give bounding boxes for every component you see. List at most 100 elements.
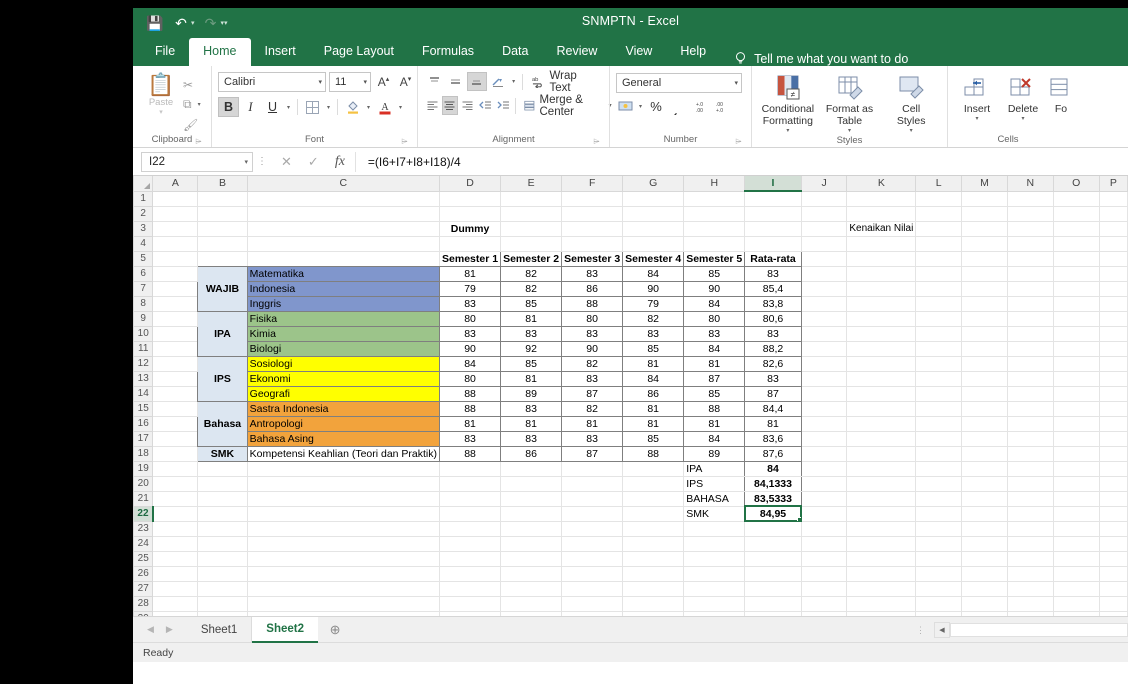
cell-G28[interactable] xyxy=(622,595,685,612)
cell-J25[interactable] xyxy=(800,550,848,567)
cell-D21[interactable] xyxy=(439,490,502,507)
cell-L21[interactable] xyxy=(915,490,963,507)
cell-M22[interactable] xyxy=(961,505,1008,522)
row-header-20[interactable]: 20 xyxy=(133,475,154,492)
cell-I26[interactable] xyxy=(744,565,802,582)
align-right-button[interactable] xyxy=(459,96,476,115)
score-6-sem3[interactable]: 83 xyxy=(561,265,624,282)
cell-O10[interactable] xyxy=(1052,325,1100,342)
row-header-25[interactable]: 25 xyxy=(133,550,154,567)
cell-L9[interactable] xyxy=(915,310,963,327)
cell-H2[interactable] xyxy=(683,205,746,222)
cell-E24[interactable] xyxy=(500,535,563,552)
copy-dropdown-icon[interactable]: ▾ xyxy=(195,101,204,108)
accounting-format-button[interactable] xyxy=(616,97,634,116)
summary-value-ipa[interactable]: 84 xyxy=(744,460,802,477)
score-17-sem3[interactable]: 83 xyxy=(561,430,624,447)
cell-A23[interactable] xyxy=(152,520,199,537)
cell-K7[interactable] xyxy=(846,280,917,297)
cell-D1[interactable] xyxy=(439,190,502,207)
cell-P21[interactable] xyxy=(1098,490,1128,507)
cell-K22[interactable] xyxy=(846,505,917,522)
score-6-sem1[interactable]: 81 xyxy=(439,265,502,282)
cell-P22[interactable] xyxy=(1098,505,1128,522)
score-6-sem2[interactable]: 82 xyxy=(500,265,563,282)
tab-review[interactable]: Review xyxy=(542,38,611,66)
tab-insert[interactable]: Insert xyxy=(251,38,310,66)
cell-A21[interactable] xyxy=(152,490,199,507)
subject-sastra-indonesia[interactable]: Sastra Indonesia xyxy=(246,400,441,417)
cell-M6[interactable] xyxy=(961,265,1008,282)
format-painter-button[interactable]: 🖌 xyxy=(183,116,204,133)
paste-dropdown-icon[interactable]: ▾ xyxy=(139,108,183,116)
cell-N6[interactable] xyxy=(1006,265,1054,282)
cell-D28[interactable] xyxy=(439,595,502,612)
summary-value-bahasa[interactable]: 83,5333 xyxy=(744,490,802,507)
name-box[interactable]: I22 ▾ xyxy=(141,151,253,172)
score-9-sem1[interactable]: 80 xyxy=(439,310,502,327)
cell-B22[interactable] xyxy=(197,505,248,522)
cell-N24[interactable] xyxy=(1006,535,1054,552)
score-18-sem3[interactable]: 87 xyxy=(561,445,624,462)
cell-B2[interactable] xyxy=(197,205,248,222)
header-semester-2[interactable]: Semester 2 xyxy=(500,250,563,267)
wrap-text-button[interactable]: ab Wrap Text xyxy=(527,70,603,94)
font-name-dropdown-icon[interactable]: ▾ xyxy=(318,78,322,86)
score-16-sem3[interactable]: 81 xyxy=(561,415,624,432)
cell-J13[interactable] xyxy=(800,370,848,387)
cell-P10[interactable] xyxy=(1098,325,1128,342)
cell-E19[interactable] xyxy=(500,460,563,477)
cell-P28[interactable] xyxy=(1098,595,1128,612)
tab-file[interactable]: File xyxy=(141,38,189,66)
cell-L18[interactable] xyxy=(915,445,963,462)
score-14-sem5[interactable]: 85 xyxy=(683,385,746,402)
cell-H26[interactable] xyxy=(683,565,746,582)
cell-C22[interactable] xyxy=(246,505,441,522)
increase-indent-button[interactable] xyxy=(494,96,511,115)
cell-C2[interactable] xyxy=(246,205,441,222)
row-header-16[interactable]: 16 xyxy=(133,415,154,432)
italic-button[interactable]: I xyxy=(240,97,261,117)
cell-M15[interactable] xyxy=(961,400,1008,417)
cell-O17[interactable] xyxy=(1052,430,1100,447)
cell-P16[interactable] xyxy=(1098,415,1128,432)
cell-C4[interactable] xyxy=(246,235,441,252)
score-13-sem2[interactable]: 81 xyxy=(500,370,563,387)
cell-O3[interactable] xyxy=(1052,220,1100,237)
delete-dropdown-icon[interactable]: ▾ xyxy=(1000,115,1046,122)
cell-F24[interactable] xyxy=(561,535,624,552)
cell-N10[interactable] xyxy=(1006,325,1054,342)
cell-O14[interactable] xyxy=(1052,385,1100,402)
row-header-15[interactable]: 15 xyxy=(133,400,154,417)
cell-M8[interactable] xyxy=(961,295,1008,312)
column-header-L[interactable]: L xyxy=(915,176,963,192)
cell-F21[interactable] xyxy=(561,490,624,507)
cell-L5[interactable] xyxy=(915,250,963,267)
cell-A27[interactable] xyxy=(152,580,199,597)
row-header-2[interactable]: 2 xyxy=(133,205,154,222)
cell-L6[interactable] xyxy=(915,265,963,282)
cell-G24[interactable] xyxy=(622,535,685,552)
score-13-sem3[interactable]: 83 xyxy=(561,370,624,387)
cell-D23[interactable] xyxy=(439,520,502,537)
cell-K10[interactable] xyxy=(846,325,917,342)
column-header-O[interactable]: O xyxy=(1052,176,1100,192)
cell-C23[interactable] xyxy=(246,520,441,537)
cell-P12[interactable] xyxy=(1098,355,1128,372)
cell-L3[interactable] xyxy=(915,220,963,237)
score-8-sem5[interactable]: 84 xyxy=(683,295,746,312)
score-7-sem5[interactable]: 90 xyxy=(683,280,746,297)
cell-A22[interactable] xyxy=(152,505,199,522)
score-16-sem4[interactable]: 81 xyxy=(622,415,685,432)
borders-button[interactable] xyxy=(302,97,323,117)
cell-J22[interactable] xyxy=(800,505,848,522)
score-9-sem3[interactable]: 80 xyxy=(561,310,624,327)
cell-O5[interactable] xyxy=(1052,250,1100,267)
cell-J10[interactable] xyxy=(800,325,848,342)
paste-button[interactable]: 📋 Paste ▾ xyxy=(139,73,183,133)
summary-label-smk[interactable]: SMK xyxy=(683,505,746,522)
cell-O9[interactable] xyxy=(1052,310,1100,327)
score-12-sem4[interactable]: 81 xyxy=(622,355,685,372)
cell-M16[interactable] xyxy=(961,415,1008,432)
insert-cells-button[interactable]: Insert ▾ xyxy=(954,71,1000,122)
